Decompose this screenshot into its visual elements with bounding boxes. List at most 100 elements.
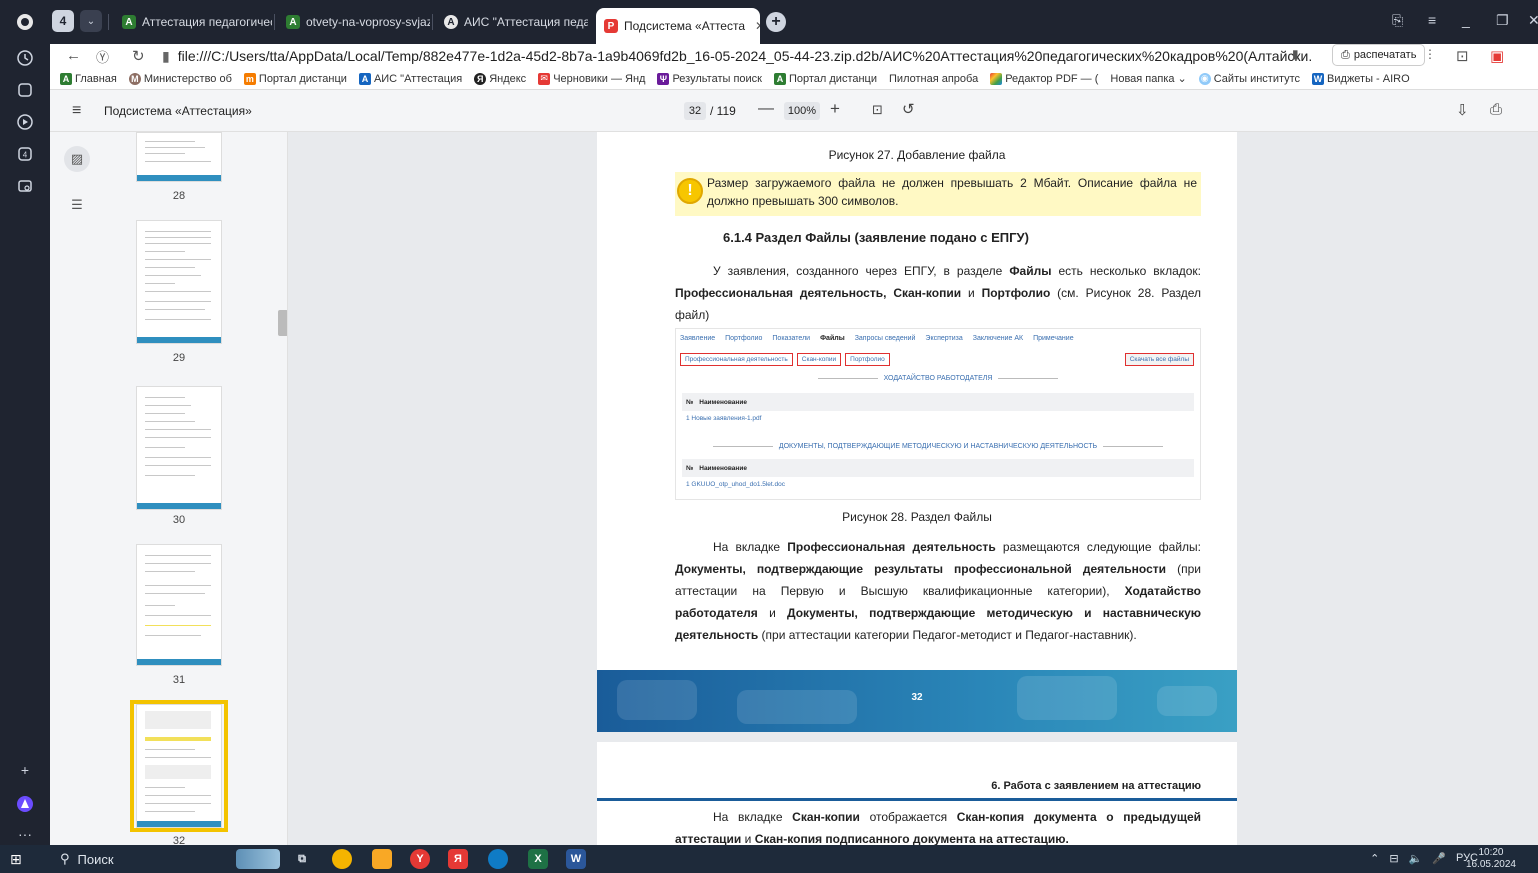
address-field[interactable]: ▮ file:///C:/Users/tta/AppData/Local/Tem… [162,46,1312,66]
pdf-extension-icon[interactable]: ▣ [1490,47,1504,65]
bookmark-folder[interactable]: Новая папка ⌄ [1110,72,1186,86]
outline-view-icon[interactable]: ☰ [64,192,90,218]
yandex-icon[interactable]: Я [448,849,468,869]
fit-page-icon[interactable]: ⊡ [872,102,883,118]
download-icon[interactable]: ⇩ [1456,101,1469,119]
tab-separator [108,14,109,30]
tab-attestation[interactable]: A Аттестация педагогическ [114,8,272,36]
paragraph-files-intro: У заявления, созданного через ЕПГУ, в ра… [675,260,1201,326]
bookmark-favicon-icon: A [60,72,72,85]
sidebar-scrollbar[interactable] [278,310,287,336]
bookmark-pilotnaya[interactable]: Пилотная апроба [889,73,978,85]
network-icon[interactable]: ⊟ [1389,852,1398,865]
page-thumbnail[interactable] [136,386,222,510]
tab-counter-button[interactable]: 4 [52,10,74,32]
figure-tab: Показатели [772,335,811,342]
new-tab-button[interactable]: + [766,12,786,32]
bookmark-portal-2[interactable]: A Портал дистанци [773,72,877,85]
bookmark-icon[interactable]: ▮ [1292,47,1299,61]
bookmark-redaktor[interactable]: Редактор PDF — ( [990,72,1098,85]
text: и [757,606,788,620]
yandex-browser-icon[interactable]: Y [410,849,430,869]
document-favicon-icon: A [122,15,136,29]
bookmark-yandex[interactable]: Я Яндекс [474,72,526,85]
tab-list-dropdown-icon[interactable]: ⌄ [80,10,102,32]
weather-widget-icon[interactable] [236,849,280,869]
text: (при аттестации категории Педагог-методи… [758,628,1137,642]
bookmark-glavnaya[interactable]: A Главная [60,72,117,85]
bookmark-label: Черновики — Янд [553,72,646,85]
taskbar-clock[interactable]: 10:20 16.05.2024 [1466,847,1516,871]
file-explorer-icon[interactable] [372,849,392,869]
bookmark-vidzhety[interactable]: W Виджеты - AIRO [1312,72,1410,85]
close-tab-icon[interactable]: ✕ [755,19,760,33]
reader-icon[interactable]: ⊡ [1456,47,1469,65]
word-icon[interactable]: W [566,849,586,869]
section-heading: 6.1.4 Раздел Файлы (заявление подано с Е… [723,230,1029,245]
minimize-icon[interactable]: _ [1462,12,1470,28]
figure-col: № [686,398,694,406]
yandex-logo-icon[interactable]: Ⓨ [96,47,109,66]
more-options-icon[interactable]: ⋮ [1424,47,1436,61]
close-window-icon[interactable]: ✕ [1528,12,1538,29]
bookmark-portal[interactable]: m Портал дистанци [243,72,347,85]
tab-separator [432,14,433,30]
figure-section-title: ДОКУМЕНТЫ, ПОДТВЕРЖДАЮЩИЕ МЕТОДИЧЕСКУЮ И… [682,443,1194,450]
taskbar-search[interactable]: ⚲ Поиск [60,851,114,867]
windows-start-icon[interactable]: ⊞ [10,851,22,868]
tab-count-icon[interactable]: 4 [11,140,39,168]
page-thumbnail[interactable] [136,132,222,182]
tab-label: Аттестация педагогическ [142,15,272,29]
page-number-input[interactable]: 32 [684,102,706,120]
text-bold: Портфолио [981,286,1051,300]
system-tray: ⌃ ⊟ 🔈 🎤 РУС [1370,852,1478,865]
bookmark-sayty[interactable]: ◉ Сайты институтс [1198,72,1300,85]
print-button[interactable]: ⎙ распечатать [1332,44,1426,66]
zoom-out-icon[interactable]: — [758,100,774,118]
restore-icon[interactable]: ❐ [1496,12,1509,29]
figure-caption-28: Рисунок 28. Раздел Файлы [842,510,992,524]
hamburger-menu-icon[interactable]: ≡ [72,102,81,120]
zoom-level-input[interactable]: 100% [784,102,820,120]
thumbnails-view-icon[interactable]: ▨ [64,146,90,172]
back-icon[interactable]: ← [66,47,81,64]
page-thumbnail[interactable] [136,220,222,344]
tab-otvety[interactable]: A otvety-na-voprosy-svjazar [278,8,430,36]
history-icon[interactable] [11,44,39,72]
task-view-icon[interactable]: ⧉ [292,849,312,869]
bookmark-chernoviki[interactable]: ✉ Черновики — Янд [538,72,646,85]
play-icon[interactable] [11,108,39,136]
zoom-in-icon[interactable]: + [830,99,840,119]
figure-subtab: Профессиональная деятельность [680,353,793,366]
browser-sidebar-rail: 4 + ··· [0,0,50,845]
bookmark-ministerstvo[interactable]: М Министерство об [128,72,232,85]
bookmark-favicon-icon: A [358,72,371,85]
more-icon[interactable]: ··· [11,820,39,848]
pdf-page: Рисунок 27. Добавление файла ! Размер за… [597,132,1237,732]
collections-icon[interactable]: ⎘ [1392,12,1403,29]
excel-icon[interactable]: X [528,849,548,869]
reload-icon[interactable]: ↻ [132,47,145,65]
clock-time: 10:20 [1478,847,1504,858]
chevron-up-icon[interactable]: ⌃ [1370,852,1379,865]
rotate-icon[interactable]: ↺ [902,100,915,118]
edge-icon[interactable] [488,849,508,869]
page-thumbnail[interactable] [136,544,222,666]
alice-assistant-icon[interactable] [11,790,39,818]
current-page-highlight [130,700,228,832]
tab-podsistema-active[interactable]: P Подсистема «Аттеста ✕ [596,8,760,44]
browser-logo-icon[interactable] [11,8,39,36]
menu-icon[interactable]: ≡ [1428,12,1436,28]
collections-icon[interactable] [11,76,39,104]
printer-icon: ⎙ [1341,48,1350,61]
volume-icon[interactable]: 🔈 [1409,852,1423,865]
chrome-icon[interactable] [332,849,352,869]
ais-favicon-icon: A [444,15,458,29]
tab-ais[interactable]: A АИС "Аттестация педагог [436,8,588,36]
bookmark-rezultaty[interactable]: Ψ Результаты поиск [657,72,762,85]
printer-icon[interactable]: ⎙ [1490,101,1502,118]
bookmark-ais[interactable]: A АИС "Аттестация [358,72,462,85]
microphone-icon[interactable]: 🎤 [1432,852,1446,865]
screenshot-icon[interactable] [11,172,39,200]
add-panel-icon[interactable]: + [11,756,39,784]
